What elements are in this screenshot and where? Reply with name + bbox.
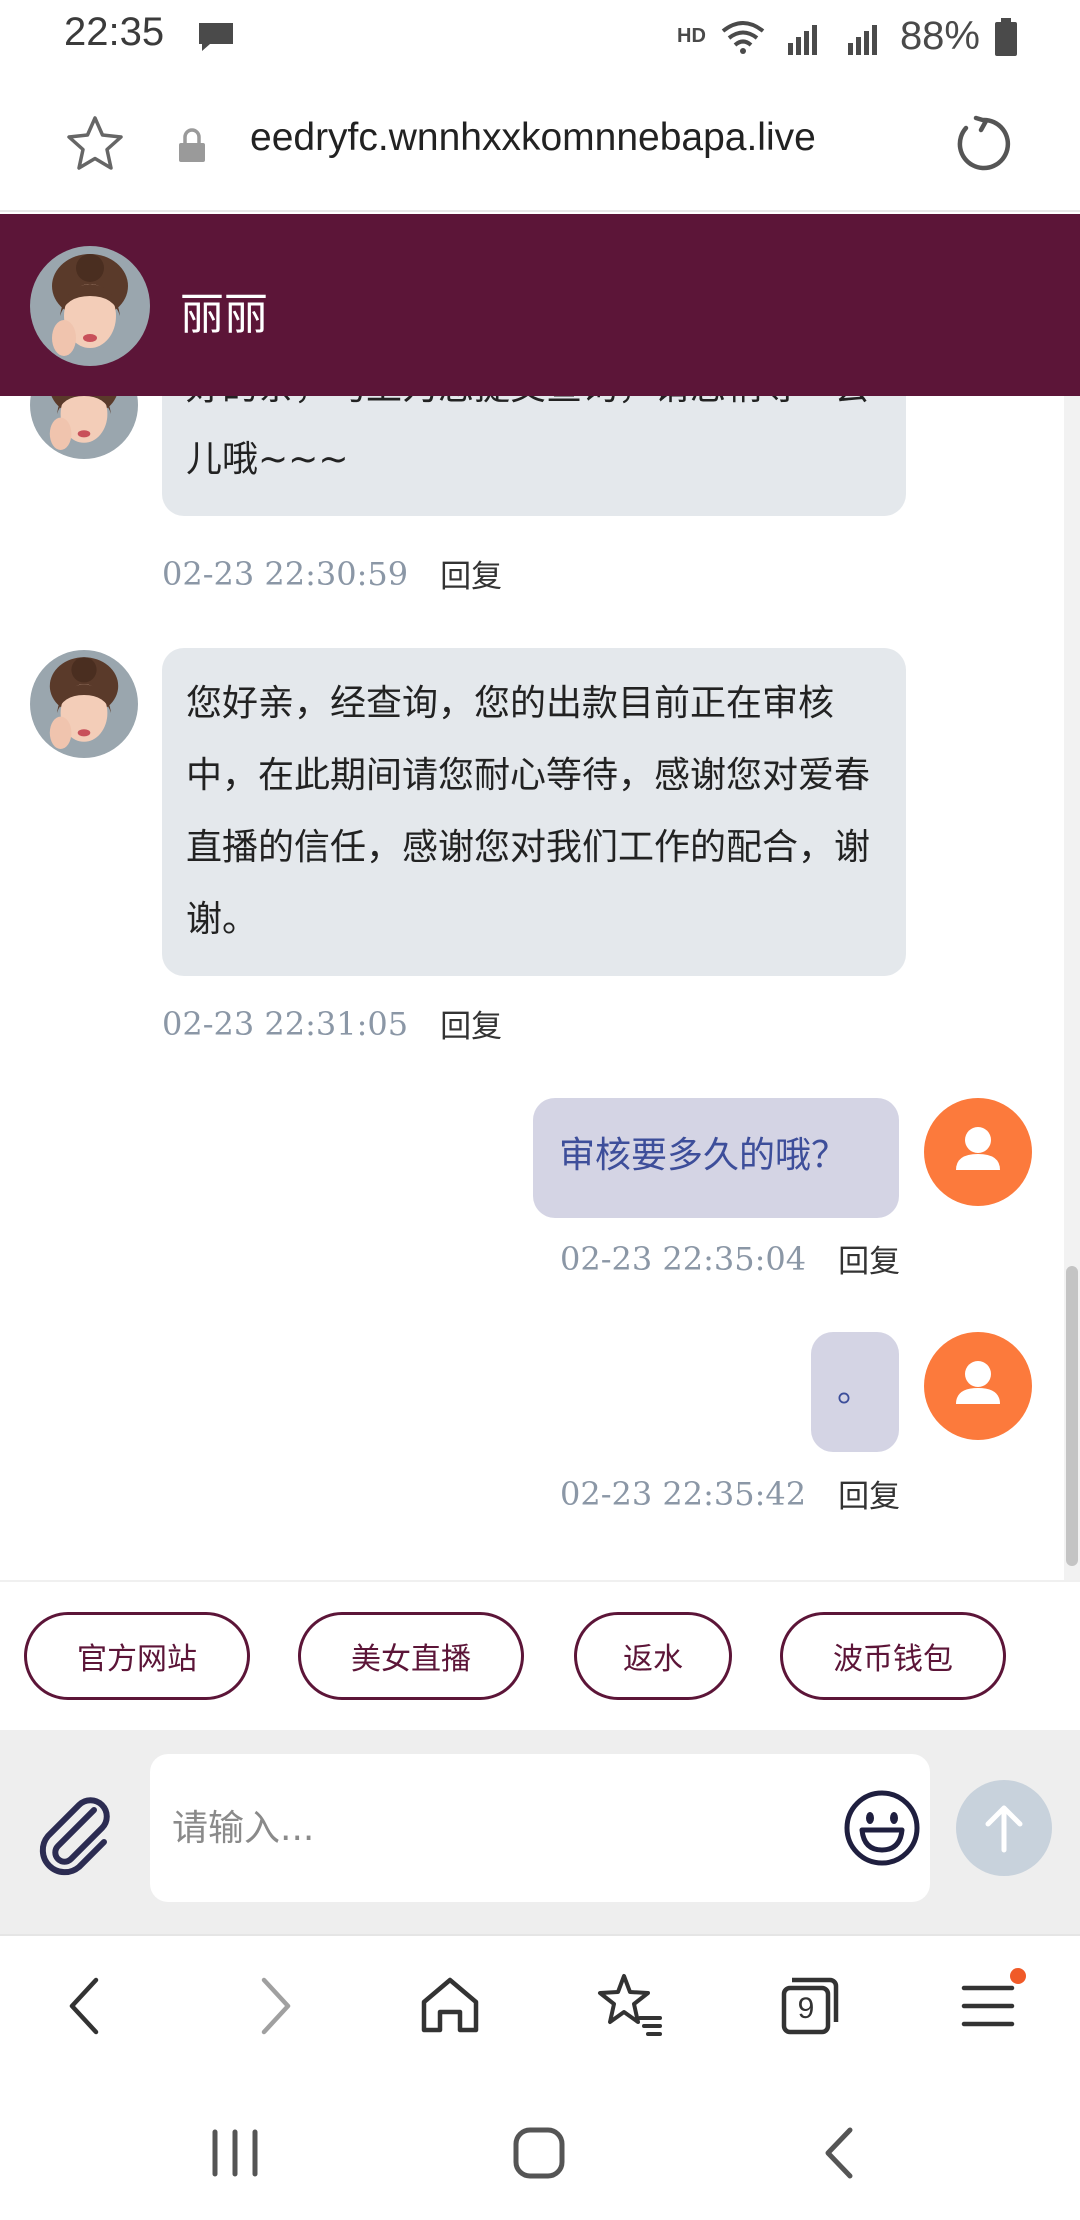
outgoing-message-bubble[interactable]: 审核要多久的哦？	[533, 1098, 899, 1218]
system-back-icon[interactable]	[806, 2118, 876, 2188]
signal-strength-e-icon	[787, 24, 817, 55]
arrow-up-icon	[985, 1805, 1023, 1853]
message-timestamp: 02-23 22:31:05	[162, 1004, 409, 1043]
bookmarks-icon[interactable]	[590, 1966, 670, 2046]
back-arrow-icon[interactable]	[48, 1966, 128, 2046]
menu-icon[interactable]	[950, 1966, 1030, 2046]
message-meta: 02-23 22:35:42 回复	[560, 1471, 900, 1516]
message-timestamp: 02-23 22:30:59	[162, 554, 409, 593]
lock-icon	[179, 128, 205, 162]
message-input-bar	[0, 1730, 1080, 1934]
contact-name: 丽丽	[180, 289, 268, 340]
reply-link[interactable]: 回复	[440, 551, 502, 596]
chat-message-list[interactable]: 好的亲，马上为您提交查询，请您稍等一会儿哦~~~ 02-23 22:30:59 …	[0, 396, 1080, 1580]
app-screen: 22:35 HD 88% eedryfc.wnnhxxkomnnebapa.li…	[0, 0, 1080, 2220]
user-avatar	[924, 1332, 1032, 1440]
chat-header: 丽丽	[0, 214, 1080, 396]
reply-link[interactable]: 回复	[838, 1471, 900, 1516]
browser-url-bar: eedryfc.wnnhxxkomnnebapa.live	[0, 76, 1080, 212]
url-text[interactable]: eedryfc.wnnhxxkomnnebapa.live	[250, 116, 920, 176]
contact-avatar[interactable]	[30, 246, 150, 366]
battery-percent: 88%	[899, 14, 980, 58]
message-input-container	[150, 1754, 930, 1902]
tabs-button[interactable]: 9	[770, 1966, 850, 2046]
reply-link[interactable]: 回复	[440, 1001, 502, 1046]
forward-arrow-icon[interactable]	[232, 1966, 312, 2046]
quick-link-rebate[interactable]: 返水	[574, 1612, 732, 1700]
status-icons: HD 88%	[677, 14, 1018, 59]
system-navigation-bar	[0, 2070, 1080, 2220]
message-input[interactable]	[172, 1798, 772, 1858]
signal-strength-4g-icon	[847, 24, 877, 55]
home-icon[interactable]	[410, 1966, 490, 2046]
scrollbar-track[interactable]	[1064, 396, 1080, 1580]
agent-avatar	[30, 650, 138, 758]
message-notification-icon	[199, 23, 233, 51]
message-timestamp: 02-23 22:35:42	[560, 1474, 807, 1513]
wifi-icon	[721, 20, 765, 54]
message-meta: 02-23 22:30:59 回复	[162, 551, 502, 596]
home-circle-icon[interactable]	[504, 2118, 574, 2188]
reply-link[interactable]: 回复	[838, 1236, 900, 1281]
message-meta: 02-23 22:35:04 回复	[560, 1236, 900, 1281]
message-timestamp: 02-23 22:35:04	[560, 1239, 807, 1278]
quick-link-bar: 官方网站 美女直播 返水 波币钱包	[0, 1580, 1080, 1730]
incoming-message-bubble[interactable]: 您好亲，经查询，您的出款目前正在审核中，在此期间请您耐心等待，感谢您对爱春直播的…	[162, 648, 906, 976]
recent-apps-icon[interactable]	[200, 2118, 270, 2188]
user-avatar	[924, 1098, 1032, 1206]
send-button[interactable]	[956, 1780, 1052, 1876]
status-time: 22:35	[64, 10, 165, 54]
emoji-smile-icon[interactable]	[842, 1788, 922, 1868]
battery-icon	[995, 17, 1017, 56]
tab-count: 9	[797, 1992, 815, 2025]
quick-link-live-stream[interactable]: 美女直播	[298, 1612, 524, 1700]
status-bar: 22:35 HD 88%	[0, 0, 1080, 76]
agent-avatar	[30, 396, 138, 459]
incoming-message-bubble[interactable]: 好的亲，马上为您提交查询，请您稍等一会儿哦~~~	[162, 396, 906, 516]
paperclip-icon[interactable]	[32, 1790, 118, 1876]
quick-link-official-site[interactable]: 官方网站	[24, 1612, 250, 1700]
hd-label: HD	[677, 25, 706, 47]
reload-icon[interactable]	[954, 114, 1014, 174]
browser-toolbar: 9	[0, 1934, 1080, 2070]
quick-link-wallet[interactable]: 波币钱包	[780, 1612, 1006, 1700]
bookmark-star-icon[interactable]	[64, 113, 126, 175]
outgoing-message-bubble[interactable]: 。	[811, 1332, 899, 1452]
message-meta: 02-23 22:31:05 回复	[162, 1001, 502, 1046]
scrollbar-thumb[interactable]	[1066, 1266, 1078, 1566]
